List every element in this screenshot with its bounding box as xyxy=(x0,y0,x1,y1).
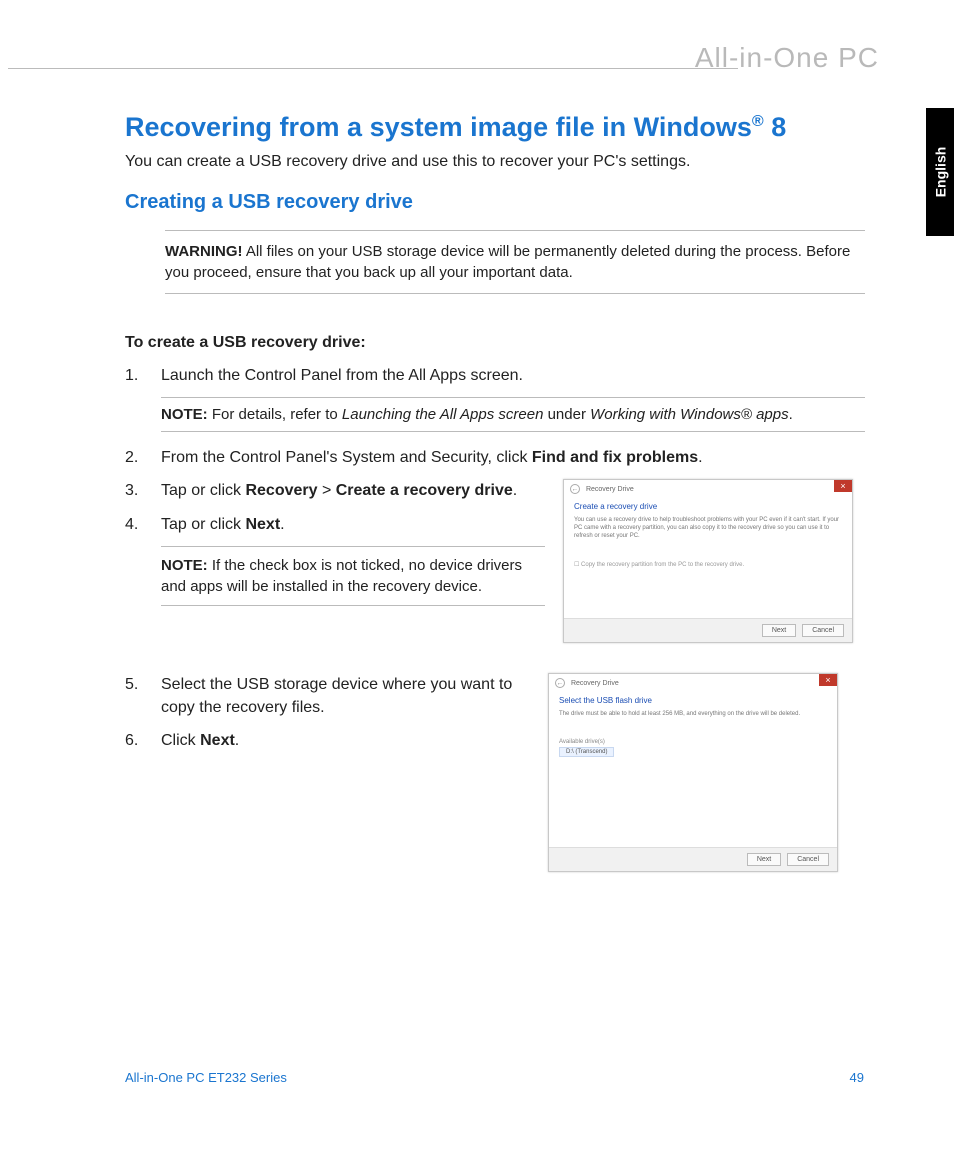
dialog2-desc: The drive must be able to hold at least … xyxy=(559,711,827,719)
brand-header: All-in-One PC xyxy=(695,42,879,74)
dialog2-cancel-button: Cancel xyxy=(787,853,829,866)
dialog2-avail-label: Available drive(s) xyxy=(559,739,827,745)
dialog1-checkbox-label: ☐ Copy the recovery partition from the P… xyxy=(574,561,842,568)
note2-text: If the check box is not ticked, no devic… xyxy=(161,557,522,595)
step3-pre: Tap or click xyxy=(161,482,245,499)
warning-callout: WARNING! All files on your USB storage d… xyxy=(165,230,865,294)
step2-bold: Find and fix problems xyxy=(532,449,698,466)
intro-text: You can create a USB recovery drive and … xyxy=(125,153,865,171)
dialog2-heading: Select the USB flash drive xyxy=(559,696,827,705)
page-number: 49 xyxy=(850,1070,864,1085)
step3-b2: Create a recovery drive xyxy=(336,482,513,499)
step-3: Tap or click Recovery > Create a recover… xyxy=(125,479,545,502)
step-list-3: Tap or click Recovery > Create a recover… xyxy=(125,479,545,535)
left-col-1: Tap or click Recovery > Create a recover… xyxy=(125,479,545,605)
section-heading: Creating a USB recovery drive xyxy=(125,191,865,214)
dialog2-next-button: Next xyxy=(747,853,781,866)
back-icon: ← xyxy=(555,678,565,688)
row-steps-3-4: Tap or click Recovery > Create a recover… xyxy=(125,479,865,642)
footer-model: All-in-One PC ET232 Series xyxy=(125,1070,287,1085)
note1-pre: For details, refer to xyxy=(208,406,342,423)
language-label: English xyxy=(932,147,948,198)
dialog-create-recovery: × ← Recovery Drive Create a recovery dri… xyxy=(563,479,853,642)
dialog1-desc: You can use a recovery drive to help tro… xyxy=(574,517,842,540)
note2-label: NOTE: xyxy=(161,557,208,574)
dialog1-footer: Next Cancel xyxy=(564,618,852,642)
step-2: From the Control Panel's System and Secu… xyxy=(125,446,865,469)
step4-b: Next xyxy=(245,516,280,533)
dialog2-footer: Next Cancel xyxy=(549,847,837,871)
step6-pre: Click xyxy=(161,732,200,749)
dialog-select-usb: × ← Recovery Drive Select the USB flash … xyxy=(548,673,838,872)
back-icon: ← xyxy=(570,484,580,494)
language-tab: English xyxy=(926,108,954,236)
title-suffix: 8 xyxy=(764,112,787,142)
dialog1-cancel-button: Cancel xyxy=(802,624,844,637)
note1-end: . xyxy=(789,406,793,423)
title-reg: ® xyxy=(752,113,764,130)
header-rule xyxy=(8,68,738,69)
note-2: NOTE: If the check box is not ticked, no… xyxy=(161,546,545,606)
close-icon: × xyxy=(819,674,837,686)
step3-b1: Recovery xyxy=(245,482,317,499)
dialog2-drive-item: D:\ (Transcend) xyxy=(559,747,614,757)
close-icon: × xyxy=(834,480,852,492)
dialog1-heading: Create a recovery drive xyxy=(574,502,842,511)
note1-mid: under xyxy=(543,406,590,423)
dialog1-title: Recovery Drive xyxy=(586,486,634,493)
step-list: Launch the Control Panel from the All Ap… xyxy=(125,364,865,387)
step-list-2: From the Control Panel's System and Secu… xyxy=(125,446,865,469)
title-text: Recovering from a system image file in W… xyxy=(125,112,752,142)
note-label: NOTE: xyxy=(161,406,208,423)
dialog1-next-button: Next xyxy=(762,624,796,637)
dialog2-titlebar: ← Recovery Drive xyxy=(549,674,819,692)
dialog1-chk-text: Copy the recovery partition from the PC … xyxy=(581,562,744,568)
dialog1-titlebar: ← Recovery Drive xyxy=(564,480,834,498)
step-list-4: Select the USB storage device where you … xyxy=(125,673,530,753)
note-1: NOTE: For details, refer to Launching th… xyxy=(161,397,865,432)
warning-label: WARNING! xyxy=(165,243,243,260)
procedure-head: To create a USB recovery drive: xyxy=(125,334,865,352)
note1-i2: Working with Windows® apps xyxy=(590,406,789,423)
row-steps-5-6: Select the USB storage device where you … xyxy=(125,673,865,872)
warning-text: All files on your USB storage device wil… xyxy=(165,243,850,281)
page-title: Recovering from a system image file in W… xyxy=(125,112,865,143)
page-content: Recovering from a system image file in W… xyxy=(125,112,865,902)
step6-end: . xyxy=(235,732,239,749)
step2-pre: From the Control Panel's System and Secu… xyxy=(161,449,532,466)
step4-pre: Tap or click xyxy=(161,516,245,533)
step-1: Launch the Control Panel from the All Ap… xyxy=(125,364,865,387)
step3-end: . xyxy=(513,482,517,499)
step6-b: Next xyxy=(200,732,235,749)
step3-mid: > xyxy=(318,482,336,499)
step-6: Click Next. xyxy=(125,729,530,752)
step2-end: . xyxy=(698,449,702,466)
step4-end: . xyxy=(280,516,284,533)
step-5: Select the USB storage device where you … xyxy=(125,673,530,719)
step-4: Tap or click Next. xyxy=(125,513,545,536)
dialog2-title: Recovery Drive xyxy=(571,680,619,687)
left-col-2: Select the USB storage device where you … xyxy=(125,673,530,763)
note1-i1: Launching the All Apps screen xyxy=(342,406,544,423)
